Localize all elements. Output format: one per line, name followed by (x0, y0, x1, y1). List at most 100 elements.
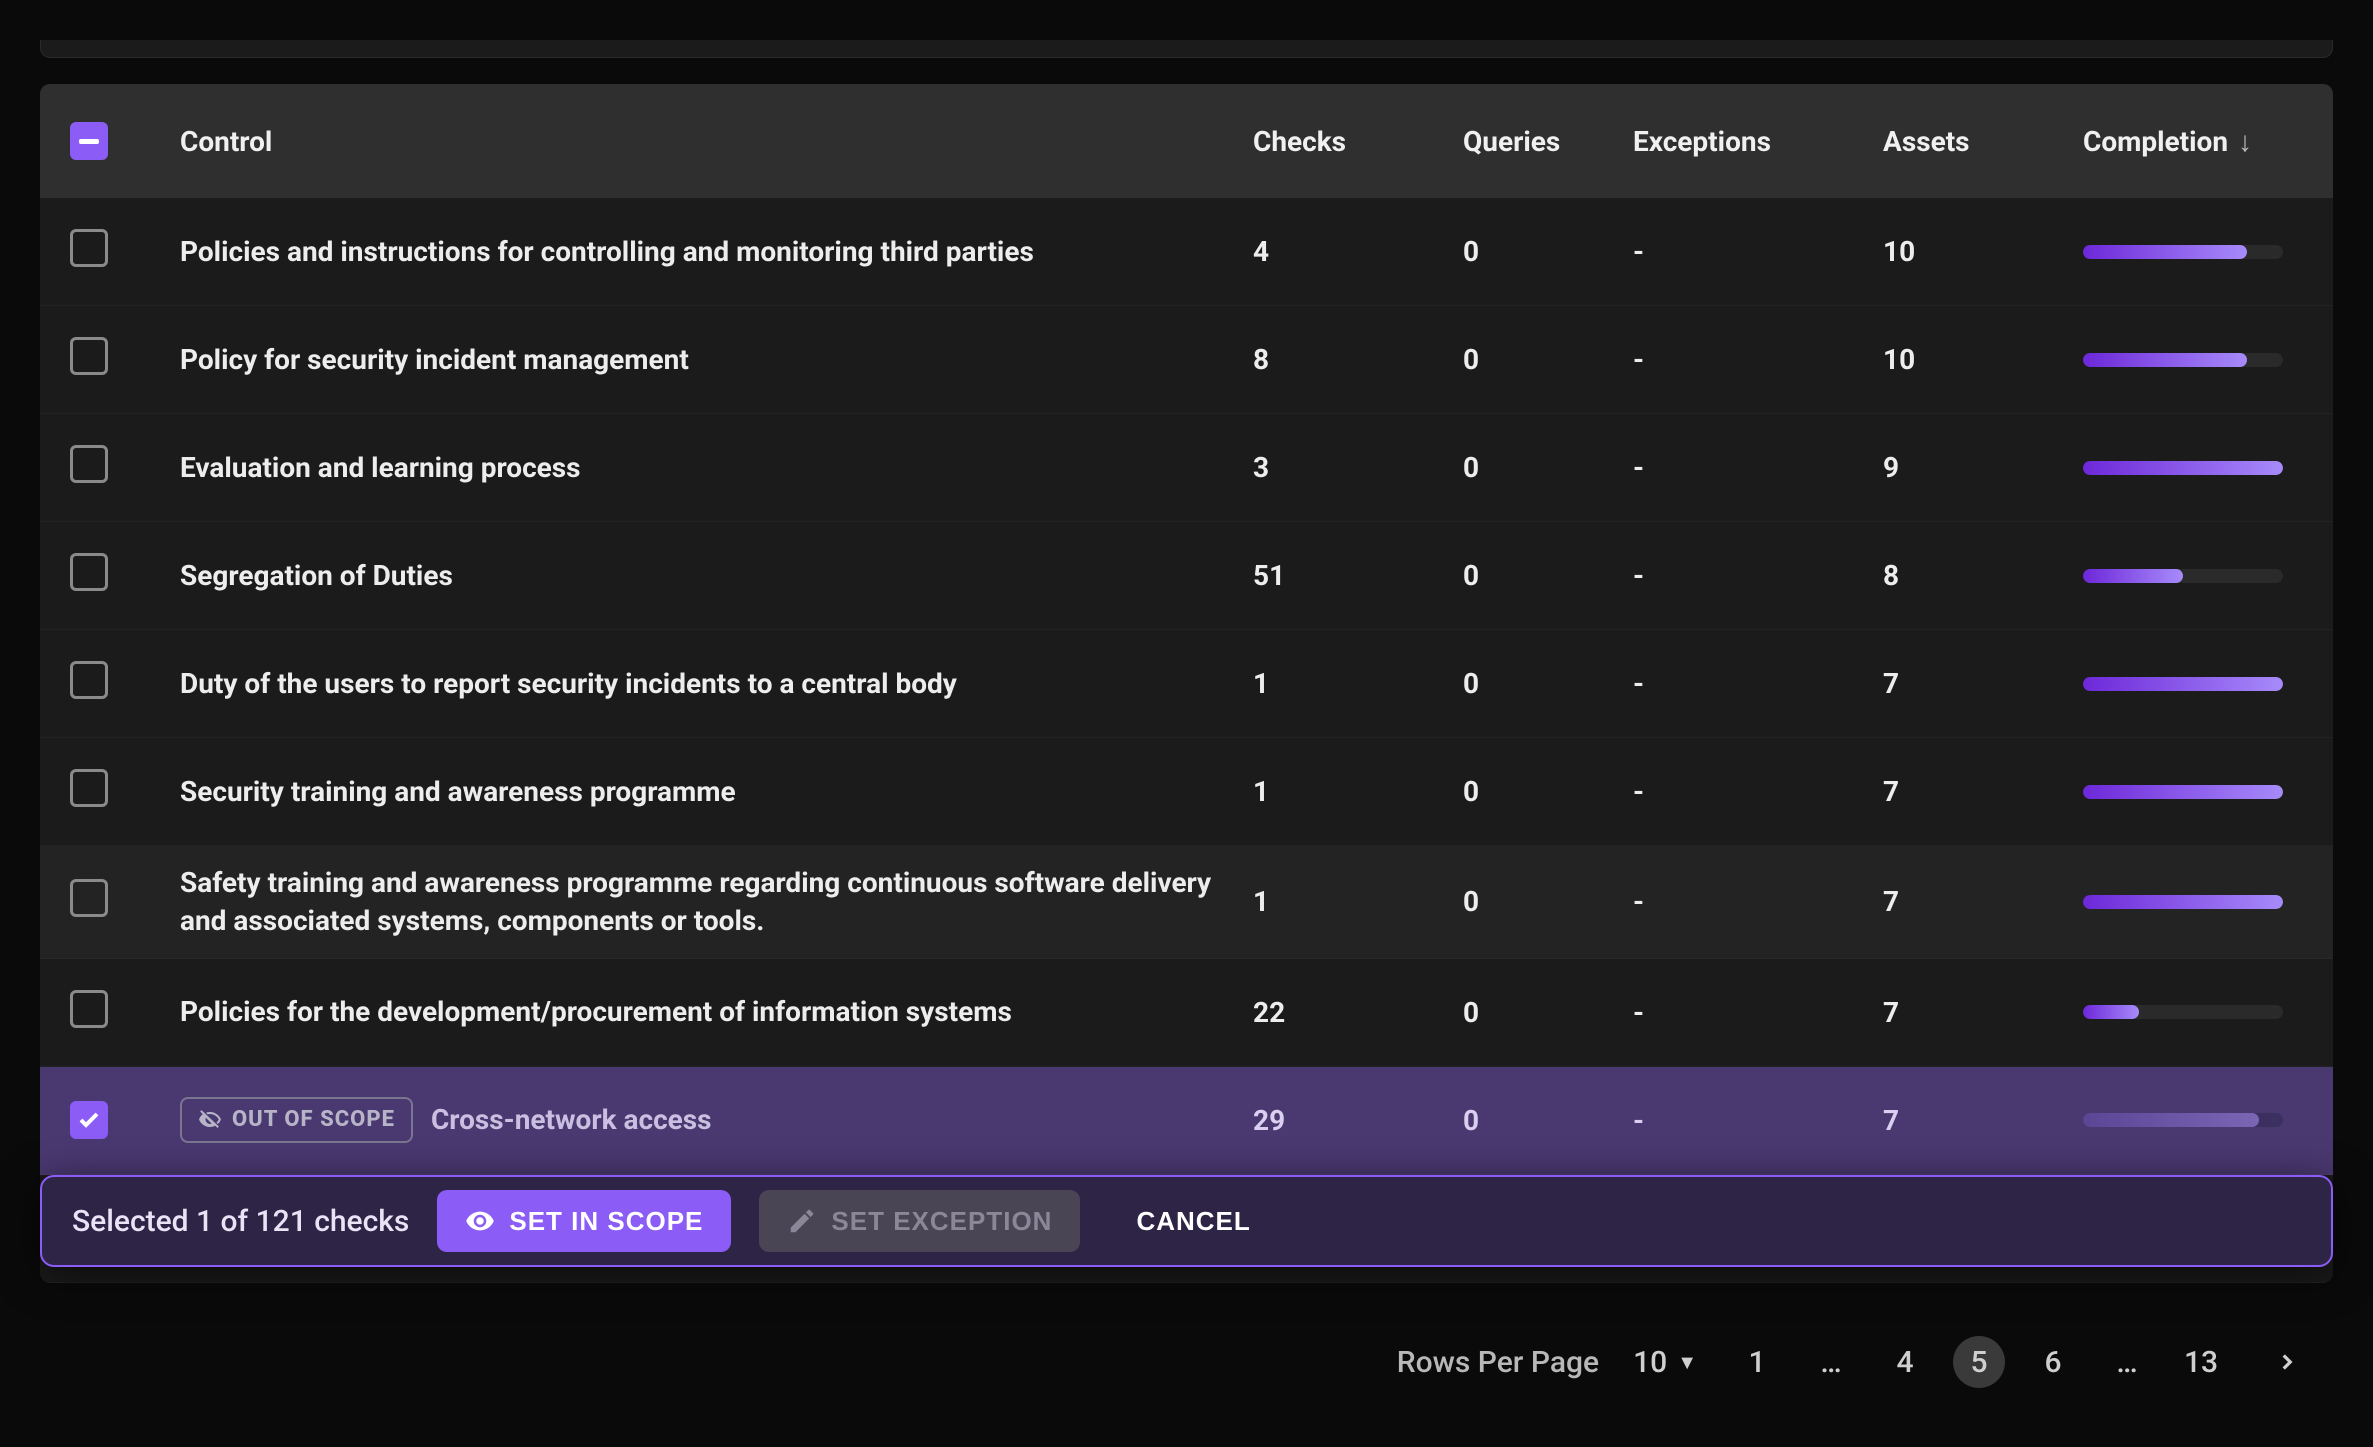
table-row[interactable]: Security training and awareness programm… (40, 738, 2333, 846)
completion-cell (2083, 569, 2303, 583)
completion-cell (2083, 785, 2303, 799)
exceptions-cell: - (1633, 775, 1883, 808)
completion-progress (2083, 353, 2283, 367)
checks-cell: 1 (1253, 667, 1463, 700)
set-exception-button: SET EXCEPTION (759, 1190, 1080, 1252)
cancel-button[interactable]: CANCEL (1108, 1190, 1278, 1252)
row-checkbox[interactable] (70, 879, 108, 917)
assets-cell: 7 (1883, 1104, 2083, 1137)
exceptions-cell: - (1633, 451, 1883, 484)
select-all-checkbox[interactable] (70, 122, 108, 160)
queries-cell: 0 (1463, 1104, 1633, 1137)
control-name: Evaluation and learning process (180, 449, 581, 487)
assets-cell: 7 (1883, 667, 2083, 700)
row-checkbox[interactable] (70, 229, 108, 267)
page-number[interactable]: 6 (2027, 1336, 2079, 1388)
chevron-right-icon (2274, 1349, 2300, 1375)
selection-action-bar: Selected 1 of 121 checks SET IN SCOPE SE… (40, 1175, 2333, 1267)
completion-progress (2083, 1113, 2283, 1127)
row-checkbox[interactable] (70, 661, 108, 699)
cancel-label: CANCEL (1136, 1206, 1250, 1237)
table-row[interactable]: Policies for the development/procurement… (40, 959, 2333, 1067)
set-in-scope-label: SET IN SCOPE (509, 1206, 703, 1237)
rows-per-page-select[interactable]: 10 ▼ (1633, 1345, 1697, 1380)
completion-progress (2083, 569, 2283, 583)
row-checkbox[interactable] (70, 553, 108, 591)
rows-per-page-value: 10 (1633, 1345, 1667, 1380)
page-number[interactable]: 5 (1953, 1336, 2005, 1388)
page-number[interactable]: 13 (2175, 1336, 2227, 1388)
page-ellipsis: … (1805, 1336, 1857, 1388)
control-cell: Policies for the development/procurement… (180, 993, 1253, 1031)
eye-icon (465, 1206, 495, 1236)
pagination-bar: Rows Per Page 10 ▼ 1…456…13 (1397, 1327, 2313, 1397)
queries-cell: 0 (1463, 559, 1633, 592)
assets-cell: 7 (1883, 885, 2083, 918)
completion-progress (2083, 245, 2283, 259)
assets-cell: 7 (1883, 775, 2083, 808)
table-row[interactable]: Policy for security incident management8… (40, 306, 2333, 414)
completion-progress (2083, 677, 2283, 691)
assets-cell: 7 (1883, 996, 2083, 1029)
rows-per-page-label: Rows Per Page (1397, 1345, 1599, 1380)
control-cell: Duty of the users to report security inc… (180, 665, 1253, 703)
selected-count-text: Selected 1 of 121 checks (72, 1204, 409, 1239)
column-header-checks[interactable]: Checks (1253, 125, 1463, 158)
control-cell: Policies and instructions for controllin… (180, 233, 1253, 271)
control-name: Safety training and awareness programme … (180, 864, 1213, 940)
completion-progress (2083, 895, 2283, 909)
column-header-completion[interactable]: Completion ↓ (2083, 125, 2303, 158)
exceptions-cell: - (1633, 996, 1883, 1029)
assets-cell: 10 (1883, 235, 2083, 268)
checks-cell: 1 (1253, 775, 1463, 808)
table-row[interactable]: Evaluation and learning process30-9 (40, 414, 2333, 522)
checks-cell: 51 (1253, 559, 1463, 592)
row-checkbox[interactable] (70, 990, 108, 1028)
page-number[interactable]: 4 (1879, 1336, 1931, 1388)
exceptions-cell: - (1633, 235, 1883, 268)
checks-cell: 22 (1253, 996, 1463, 1029)
exceptions-cell: - (1633, 559, 1883, 592)
control-cell: Safety training and awareness programme … (180, 864, 1253, 940)
queries-cell: 0 (1463, 343, 1633, 376)
set-in-scope-button[interactable]: SET IN SCOPE (437, 1190, 731, 1252)
queries-cell: 0 (1463, 885, 1633, 918)
checks-cell: 8 (1253, 343, 1463, 376)
row-checkbox[interactable] (70, 1101, 108, 1139)
column-header-queries[interactable]: Queries (1463, 125, 1633, 158)
page-number[interactable]: 1 (1731, 1336, 1783, 1388)
control-name: Security training and awareness programm… (180, 773, 736, 811)
table-row[interactable]: Segregation of Duties510-8 (40, 522, 2333, 630)
completion-progress (2083, 461, 2283, 475)
control-name: Duty of the users to report security inc… (180, 665, 957, 703)
column-header-exceptions[interactable]: Exceptions (1633, 125, 1883, 158)
control-name: Policies for the development/procurement… (180, 993, 1012, 1031)
completion-cell (2083, 677, 2303, 691)
row-checkbox[interactable] (70, 445, 108, 483)
next-page-button[interactable] (2261, 1336, 2313, 1388)
control-cell: OUT OF SCOPECross-network access (180, 1097, 1253, 1143)
table-row[interactable]: Safety training and awareness programme … (40, 846, 2333, 959)
checks-cell: 29 (1253, 1104, 1463, 1137)
assets-cell: 8 (1883, 559, 2083, 592)
column-header-control[interactable]: Control (180, 125, 1253, 158)
row-checkbox[interactable] (70, 337, 108, 375)
column-header-assets[interactable]: Assets (1883, 125, 2083, 158)
checks-cell: 4 (1253, 235, 1463, 268)
exceptions-cell: - (1633, 885, 1883, 918)
exceptions-cell: - (1633, 667, 1883, 700)
out-of-scope-badge: OUT OF SCOPE (180, 1097, 413, 1143)
completion-cell (2083, 895, 2303, 909)
row-checkbox[interactable] (70, 769, 108, 807)
queries-cell: 0 (1463, 775, 1633, 808)
checks-cell: 3 (1253, 451, 1463, 484)
exceptions-cell: - (1633, 1104, 1883, 1137)
control-cell: Policy for security incident management (180, 341, 1253, 379)
table-row[interactable]: OUT OF SCOPECross-network access290-7 (40, 1067, 2333, 1175)
queries-cell: 0 (1463, 451, 1633, 484)
table-row[interactable]: Duty of the users to report security inc… (40, 630, 2333, 738)
caret-down-icon: ▼ (1677, 1350, 1697, 1375)
checks-cell: 1 (1253, 885, 1463, 918)
table-row[interactable]: Policies and instructions for controllin… (40, 198, 2333, 306)
exceptions-cell: - (1633, 343, 1883, 376)
